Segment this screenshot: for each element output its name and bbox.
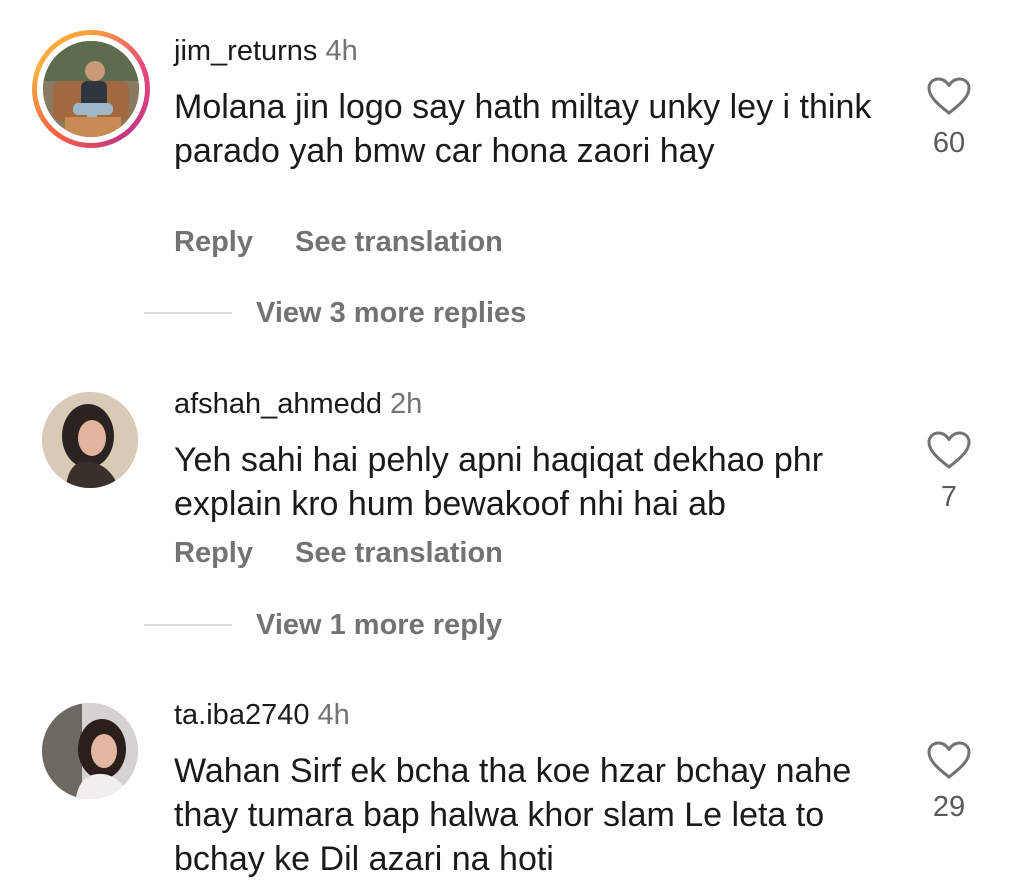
view-more-replies[interactable]: View 3 more replies xyxy=(144,296,526,330)
like-count: 29 xyxy=(932,791,966,823)
heart-icon xyxy=(927,431,971,469)
view-more-replies-label: View 3 more replies xyxy=(256,297,527,329)
comment-item: jim_returns 4h Molana jin logo say hath m… xyxy=(0,0,1024,340)
see-translation-button[interactable]: See translation xyxy=(295,537,503,569)
heart-icon xyxy=(927,77,971,115)
like-button[interactable]: 29 xyxy=(912,740,986,824)
comment-text: Wahan Sirf ek bcha tha koe hzar bchay na… xyxy=(174,752,852,878)
heart-icon xyxy=(927,741,971,779)
comment-username[interactable]: jim_returns xyxy=(174,35,317,67)
comment-timestamp: 4h xyxy=(317,699,350,731)
view-more-replies[interactable]: View 1 more reply xyxy=(144,608,502,642)
avatar[interactable] xyxy=(42,703,138,799)
like-button[interactable]: 60 xyxy=(912,76,986,160)
comment-text: Yeh sahi hai pehly apni haqiqat dekhao p… xyxy=(174,441,824,523)
comment-username[interactable]: afshah_ahmedd xyxy=(174,388,382,420)
like-count: 60 xyxy=(932,127,966,159)
story-ring[interactable] xyxy=(32,30,150,148)
see-translation-button[interactable]: See translation xyxy=(295,226,503,258)
comment-username[interactable]: ta.iba2740 xyxy=(174,699,309,731)
like-count: 7 xyxy=(940,481,958,513)
user-photo-icon xyxy=(43,41,139,137)
like-button[interactable]: 7 xyxy=(912,430,986,514)
avatar[interactable] xyxy=(42,392,138,488)
comment-timestamp: 4h xyxy=(325,35,358,67)
replies-divider xyxy=(144,312,232,314)
reply-button[interactable]: Reply xyxy=(174,226,253,258)
replies-divider xyxy=(144,624,232,626)
avatar[interactable] xyxy=(43,41,139,137)
comment-timestamp: 2h xyxy=(390,388,423,420)
user-photo-icon xyxy=(42,392,138,488)
user-photo-icon xyxy=(42,703,138,799)
reply-button[interactable]: Reply xyxy=(174,537,253,569)
view-more-replies-label: View 1 more reply xyxy=(256,609,503,641)
comment-text: Molana jin logo say hath miltay unky ley… xyxy=(174,88,872,170)
